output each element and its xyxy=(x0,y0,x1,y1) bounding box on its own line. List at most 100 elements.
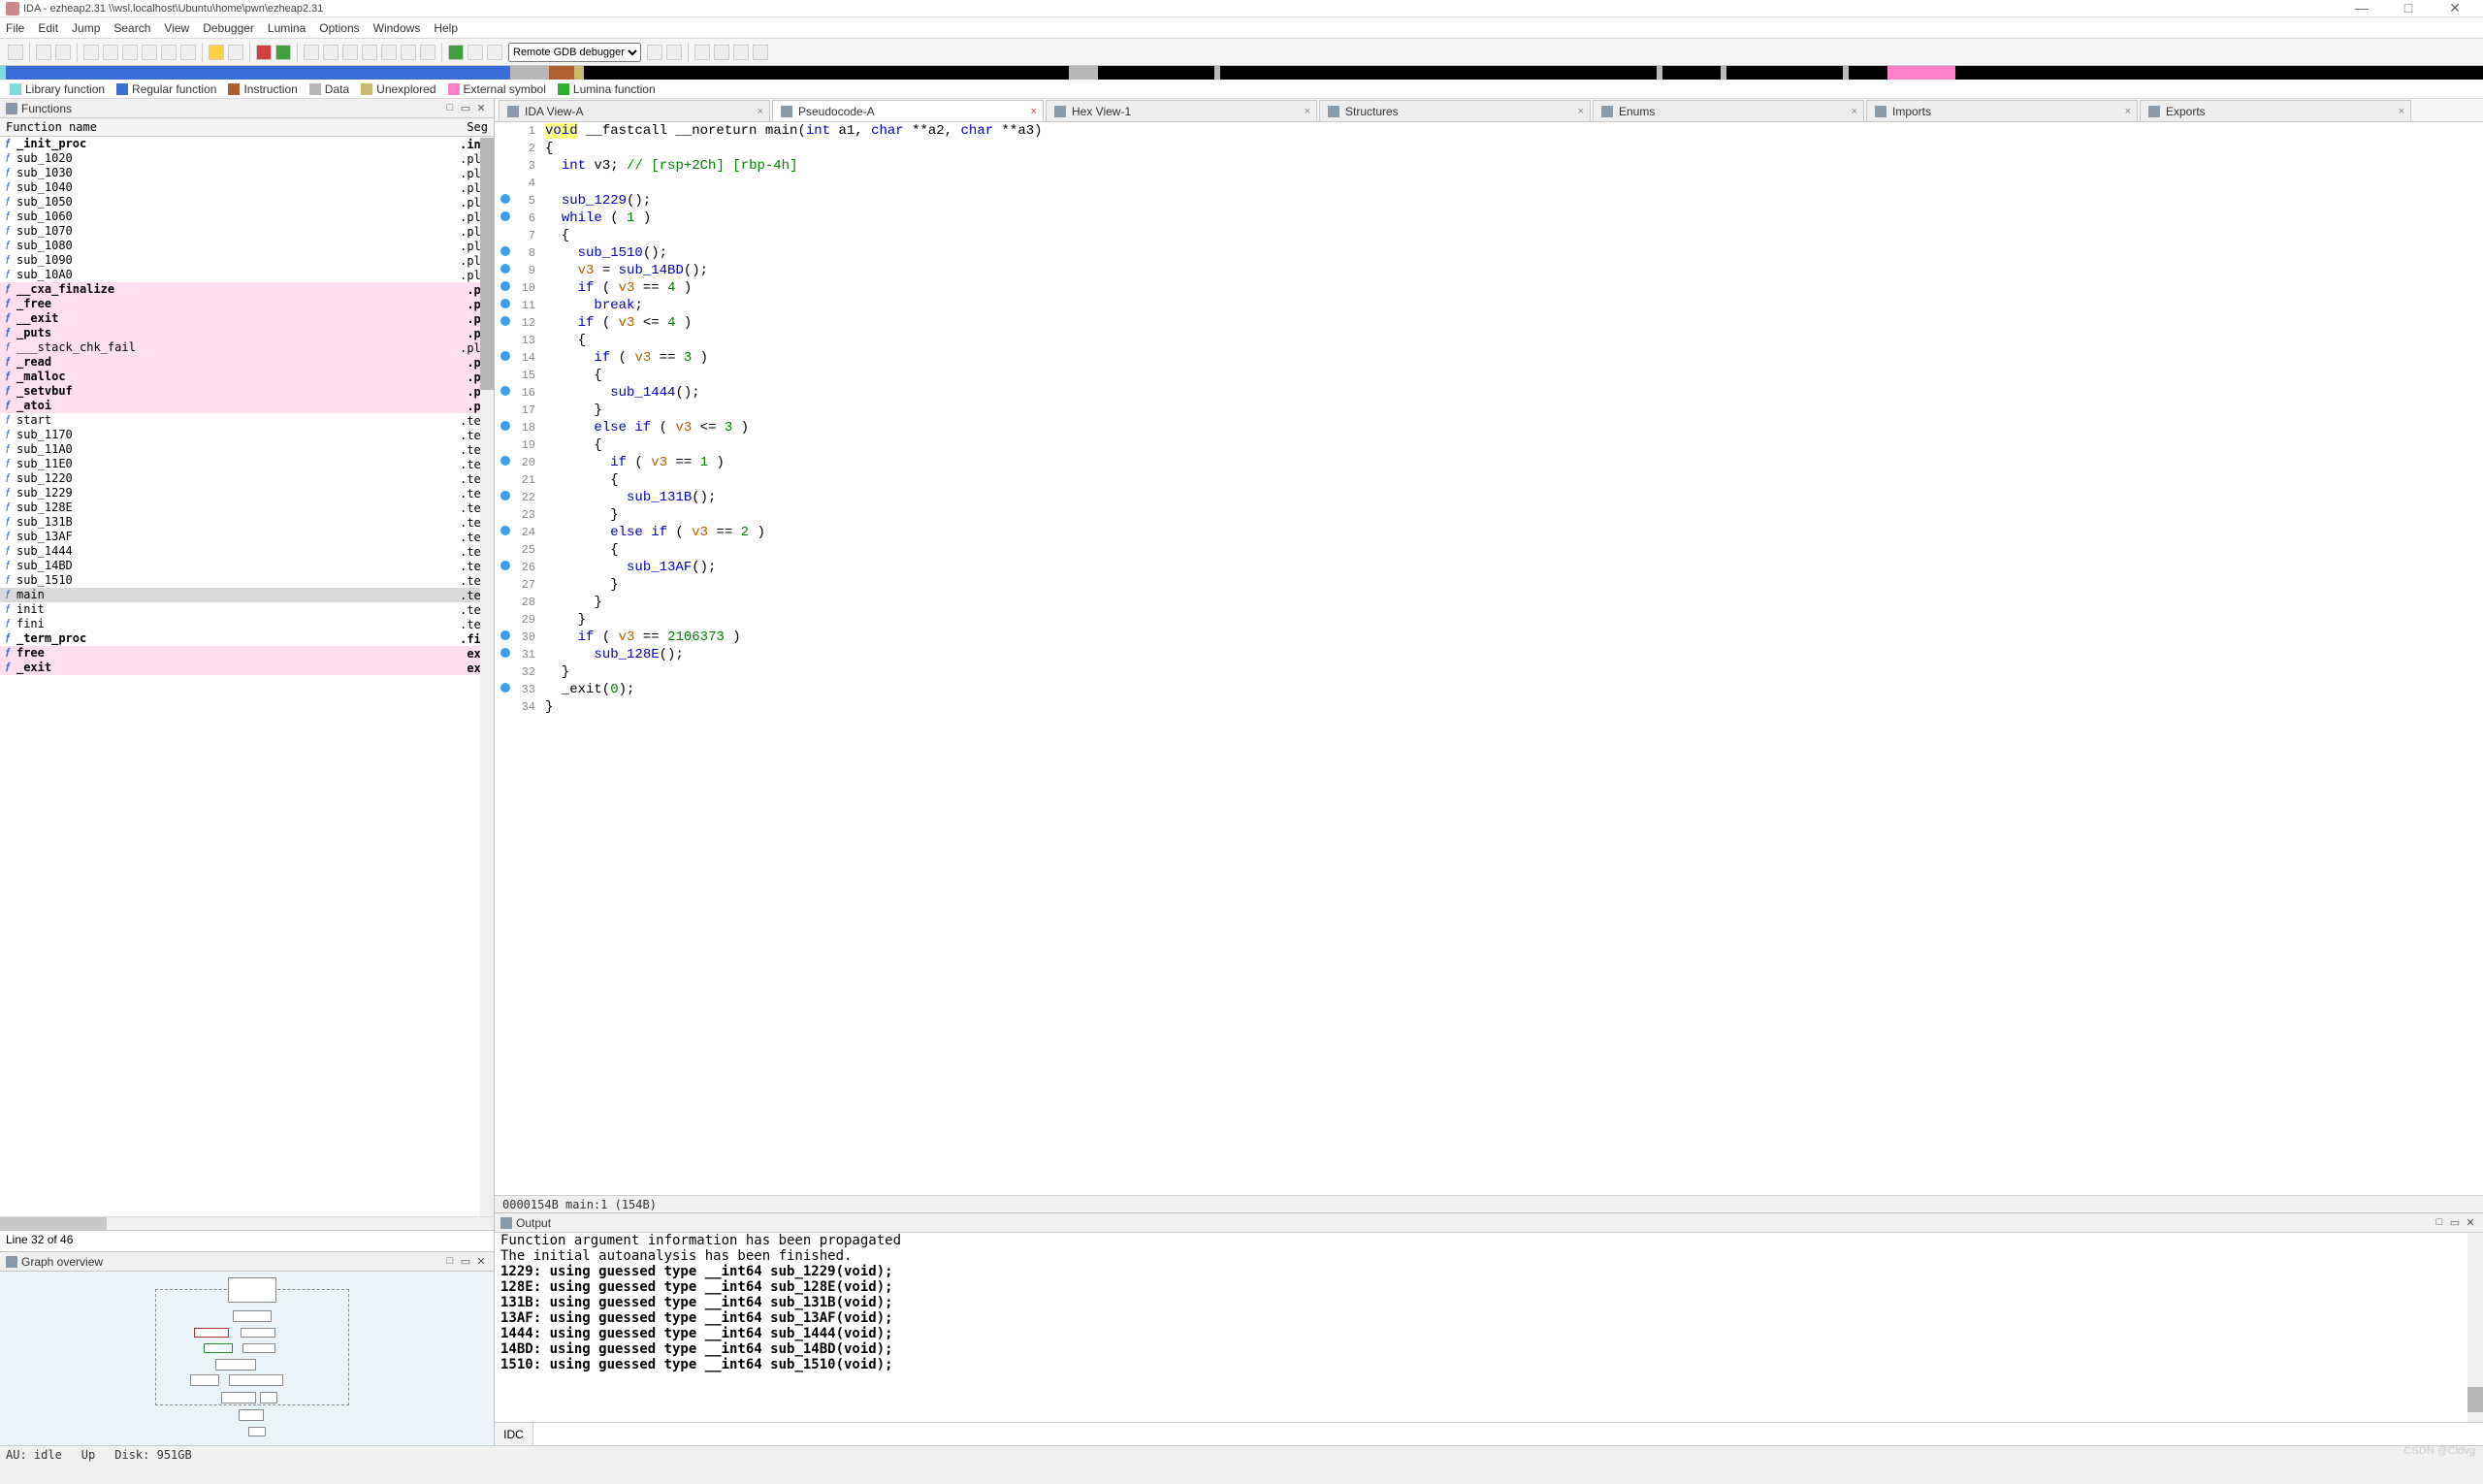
breakpoint-dot-icon[interactable] xyxy=(500,526,510,535)
functions-hscroll[interactable] xyxy=(0,1216,494,1230)
toolbar-gen6-icon[interactable] xyxy=(401,45,416,60)
maximize-button[interactable]: □ xyxy=(2386,0,2431,16)
panel-undock-icon[interactable]: □ xyxy=(443,102,457,114)
toolbar-lumina3-icon[interactable] xyxy=(733,45,749,60)
function-row[interactable]: 𝑓 ___stack_chk_fail.plt xyxy=(0,340,494,355)
function-row[interactable]: 𝑓 sub_13AF.tex xyxy=(0,530,494,544)
function-row[interactable]: 𝑓 sub_14BD.tex xyxy=(0,559,494,573)
code-line[interactable]: 2{ xyxy=(495,140,2483,157)
toolbar-color-icon[interactable] xyxy=(228,45,243,60)
menu-help[interactable]: Help xyxy=(434,21,458,35)
navbar-segment[interactable] xyxy=(584,66,1069,80)
code-line[interactable]: 20 if ( v3 == 1 ) xyxy=(495,454,2483,471)
idc-label[interactable]: IDC xyxy=(495,1423,533,1445)
output-body[interactable]: Function argument information has been p… xyxy=(495,1233,2483,1422)
navbar-segment[interactable] xyxy=(1726,66,1843,80)
function-row[interactable]: 𝑓 _puts.pl xyxy=(0,326,494,340)
navbar-segment[interactable] xyxy=(1069,66,1098,80)
output-close-icon[interactable]: ✕ xyxy=(2464,1216,2477,1229)
function-row[interactable]: 𝑓 sub_1070.plt xyxy=(0,224,494,239)
code-line[interactable]: 21 { xyxy=(495,471,2483,489)
code-line[interactable]: 3 int v3; // [rsp+2Ch] [rbp-4h] xyxy=(495,157,2483,175)
menu-view[interactable]: View xyxy=(164,21,189,35)
navbar-segment[interactable] xyxy=(1887,66,1955,80)
tab-close-icon[interactable]: × xyxy=(1031,106,1037,117)
function-row[interactable]: 𝑓 sub_1030.plt xyxy=(0,166,494,180)
minimize-button[interactable]: — xyxy=(2339,0,2384,16)
function-row[interactable]: 𝑓 _exitext xyxy=(0,661,494,675)
navbar-segment[interactable] xyxy=(574,66,584,80)
code-line[interactable]: 4 xyxy=(495,175,2483,192)
breakpoint-dot-icon[interactable] xyxy=(500,211,510,221)
breakpoint-dot-icon[interactable] xyxy=(500,386,510,396)
output-undock-icon[interactable]: □ xyxy=(2433,1216,2446,1229)
panel-close-icon[interactable]: ✕ xyxy=(474,102,488,114)
function-row[interactable]: 𝑓 _setvbuf.pl xyxy=(0,384,494,399)
code-line[interactable]: 11 break; xyxy=(495,297,2483,314)
breakpoint-dot-icon[interactable] xyxy=(500,351,510,361)
output-max-icon[interactable]: ▭ xyxy=(2448,1216,2462,1229)
idc-input[interactable] xyxy=(533,1423,2483,1445)
navbar-segment[interactable] xyxy=(1849,66,1887,80)
code-line[interactable]: 22 sub_131B(); xyxy=(495,489,2483,506)
menu-debugger[interactable]: Debugger xyxy=(203,21,254,35)
toolbar-stop-icon[interactable] xyxy=(256,45,272,60)
functions-table[interactable]: Function name Seg 𝑓 _init_proc.ini𝑓 sub_… xyxy=(0,118,494,1216)
tab-structures[interactable]: Structures× xyxy=(1319,100,1591,121)
tab-imports[interactable]: Imports× xyxy=(1866,100,2138,121)
breakpoint-dot-icon[interactable] xyxy=(500,561,510,570)
toolbar-gen7-icon[interactable] xyxy=(420,45,435,60)
tab-close-icon[interactable]: × xyxy=(2125,106,2131,117)
tab-close-icon[interactable]: × xyxy=(2399,106,2404,117)
function-row[interactable]: 𝑓 sub_1040.plt xyxy=(0,180,494,195)
function-row[interactable]: 𝑓 sub_1170.tex xyxy=(0,428,494,442)
breakpoint-dot-icon[interactable] xyxy=(500,421,510,431)
tab-close-icon[interactable]: × xyxy=(1852,106,1857,117)
function-row[interactable]: 𝑓 _term_proc.fir xyxy=(0,631,494,646)
code-line[interactable]: 25 { xyxy=(495,541,2483,559)
toolbar-xref2-icon[interactable] xyxy=(180,45,196,60)
tab-exports[interactable]: Exports× xyxy=(2140,100,2411,121)
toolbar-play-icon[interactable] xyxy=(448,45,464,60)
tab-hex-view-1[interactable]: Hex View-1× xyxy=(1046,100,1317,121)
graph-overview-canvas[interactable] xyxy=(0,1272,494,1445)
panel-max-icon[interactable]: ▭ xyxy=(459,102,472,114)
function-row[interactable]: 𝑓 init.tex xyxy=(0,602,494,617)
code-line[interactable]: 12 if ( v3 <= 4 ) xyxy=(495,314,2483,332)
toolbar-refresh-icon[interactable] xyxy=(647,45,662,60)
function-row[interactable]: 𝑓 __cxa_finalize.pl xyxy=(0,282,494,297)
toolbar-gen5-icon[interactable] xyxy=(381,45,397,60)
code-line[interactable]: 10 if ( v3 == 4 ) xyxy=(495,279,2483,297)
toolbar-goto2-icon[interactable] xyxy=(142,45,157,60)
tab-pseudocode-a[interactable]: Pseudocode-A× xyxy=(772,100,1044,121)
toolbar-lumina2-icon[interactable] xyxy=(714,45,729,60)
debugger-select[interactable]: Remote GDB debugger xyxy=(508,43,641,62)
breakpoint-dot-icon[interactable] xyxy=(500,264,510,274)
toolbar-pause-icon[interactable] xyxy=(468,45,483,60)
code-line[interactable]: 8 sub_1510(); xyxy=(495,244,2483,262)
navbar-segment[interactable] xyxy=(1220,66,1657,80)
close-button[interactable]: ✕ xyxy=(2433,0,2477,16)
function-row[interactable]: 𝑓 start.tex xyxy=(0,413,494,428)
breakpoint-dot-icon[interactable] xyxy=(500,281,510,291)
navbar-segment[interactable] xyxy=(1955,66,2479,80)
function-row[interactable]: 𝑓 main.tex xyxy=(0,588,494,602)
code-line[interactable]: 24 else if ( v3 == 2 ) xyxy=(495,524,2483,541)
toolbar-stop2-icon[interactable] xyxy=(487,45,502,60)
breakpoint-dot-icon[interactable] xyxy=(500,630,510,640)
navbar-segment[interactable] xyxy=(1098,66,1214,80)
function-row[interactable]: 𝑓 _init_proc.ini xyxy=(0,137,494,152)
code-line[interactable]: 1void __fastcall __noreturn main(int a1,… xyxy=(495,122,2483,140)
tab-close-icon[interactable]: × xyxy=(1578,106,1584,117)
function-row[interactable]: 𝑓 sub_1080.plt xyxy=(0,239,494,253)
function-row[interactable]: 𝑓 sub_1090.plt xyxy=(0,253,494,268)
function-row[interactable]: 𝑓 sub_1060.plt xyxy=(0,210,494,224)
function-row[interactable]: 𝑓 sub_11E0.tex xyxy=(0,457,494,471)
breakpoint-dot-icon[interactable] xyxy=(500,316,510,326)
toolbar-lumina4-icon[interactable] xyxy=(753,45,768,60)
code-line[interactable]: 19 { xyxy=(495,436,2483,454)
code-line[interactable]: 17 } xyxy=(495,402,2483,419)
menu-lumina[interactable]: Lumina xyxy=(268,21,306,35)
breakpoint-dot-icon[interactable] xyxy=(500,456,510,466)
code-line[interactable]: 32 } xyxy=(495,663,2483,681)
